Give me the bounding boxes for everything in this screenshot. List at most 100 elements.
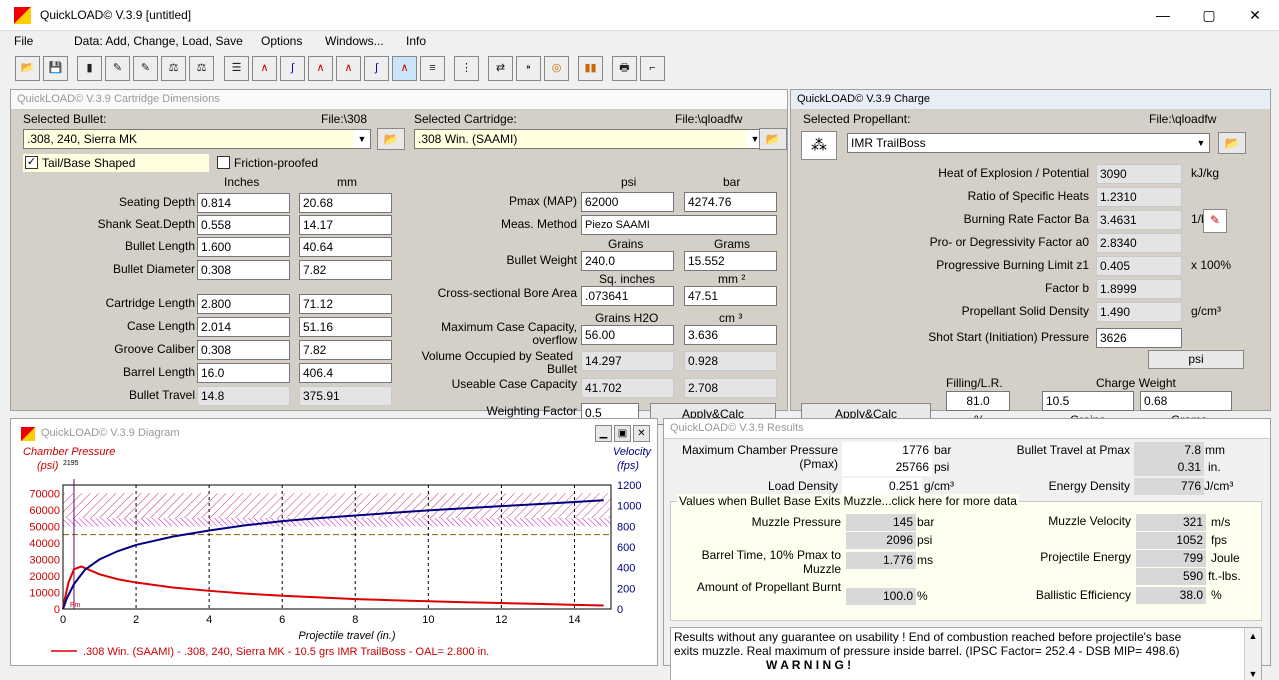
friction-proofed-checkbox[interactable] — [217, 156, 230, 169]
max-case-capacity-grains-input[interactable]: 56.00 — [581, 325, 674, 345]
dim-row-mm-input[interactable]: 71.12 — [299, 294, 392, 314]
compare-icon[interactable]: ⇄ — [488, 56, 513, 81]
diagram-close-button[interactable]: ✕ — [633, 425, 650, 442]
list-plus-icon[interactable]: ≡ — [420, 56, 445, 81]
menu-data[interactable]: Data: Add, Change, Load, Save — [74, 34, 243, 48]
weighting-factor-label: Weighting Factor — [486, 404, 578, 418]
diagram-minimize-button[interactable]: ▁ — [595, 425, 612, 442]
cartridge-select[interactable]: .308 Win. (SAAMI) ▼ — [414, 129, 764, 149]
menu-file[interactable]: File — [14, 34, 33, 48]
max-chamber-pressure-label-2: (Pmax) — [799, 457, 838, 471]
mcp-psi-unit: psi — [934, 460, 950, 474]
bullet-weight-grains-input[interactable]: 240.0 — [581, 251, 674, 271]
cartridges-icon[interactable]: ▮▮ — [578, 56, 603, 81]
velocity-curve-icon[interactable]: ∫ — [280, 56, 305, 81]
max-case-capacity-cm3-input[interactable]: 3.636 — [684, 325, 777, 345]
combined-curve-icon[interactable]: ∧ — [308, 56, 333, 81]
weight-alt-icon[interactable]: ⚖ — [189, 56, 214, 81]
projectile-energy-ftlbs-unit: ft.-lbs. — [1208, 569, 1241, 583]
bullet-select[interactable]: .308, 240, Sierra MK ▼ — [23, 129, 371, 149]
edit-propellant-icon[interactable]: ✎ — [1203, 209, 1227, 233]
shot-start-psi-button[interactable]: psi — [1148, 350, 1244, 369]
dim-row-label: Bullet Travel — [128, 388, 195, 402]
bullet-edit-icon[interactable]: ✎ — [105, 56, 130, 81]
ammo-icon[interactable]: ⁍ — [516, 56, 541, 81]
bore-area-mm2-input[interactable]: 47.51 — [684, 286, 777, 306]
dim-row-inches-input[interactable]: 2.014 — [197, 317, 290, 337]
y-tick-label: 10000 — [29, 587, 60, 599]
filling-input[interactable]: 81.0 — [946, 391, 1010, 411]
muzzle-values-header[interactable]: Values when Bullet Base Exits Muzzle...c… — [677, 494, 1019, 508]
dim-row-inches-input[interactable]: 1.600 — [197, 237, 290, 257]
bore-area-sqin-input[interactable]: .073641 — [581, 286, 674, 306]
x-tick-label: 8 — [352, 614, 358, 626]
menu-options[interactable]: Options — [261, 34, 302, 48]
meas-method-input[interactable]: Piezo SAAMI — [581, 215, 777, 235]
pmax-psi-input[interactable]: 62000 — [581, 192, 674, 212]
energy-curve-icon[interactable]: ∫ — [364, 56, 389, 81]
dim-row-mm-input[interactable]: 406.4 — [299, 363, 392, 383]
tail-base-checkbox[interactable]: ✓ — [25, 156, 38, 169]
dim-row-label: Groove Caliber — [114, 342, 195, 356]
bullet-travel-in-value: 0.31 — [1134, 459, 1204, 476]
dim-row-inches-input[interactable]: 0.308 — [197, 260, 290, 280]
meas-method-label: Meas. Method — [500, 217, 577, 231]
charge-weight-grams-input[interactable]: 0.68 — [1140, 391, 1232, 411]
dim-row-mm-input[interactable]: 51.16 — [299, 317, 392, 337]
powder-edit-icon[interactable]: ✎ — [133, 56, 158, 81]
primer-icon[interactable]: ◎ — [544, 56, 569, 81]
pmax-bar-input[interactable]: 4274.76 — [684, 192, 777, 212]
bullet-weight-grams-input[interactable]: 15.552 — [684, 251, 777, 271]
close-button[interactable]: ✕ — [1232, 0, 1278, 31]
charge-row-value[interactable]: 3626 — [1096, 328, 1182, 348]
dim-row-inches-input[interactable]: 16.0 — [197, 363, 290, 383]
cartridge-open-folder-icon[interactable]: 📂 — [759, 128, 787, 150]
dim-row-mm-input[interactable]: 7.82 — [299, 340, 392, 360]
dim-row-mm-input[interactable]: 7.82 — [299, 260, 392, 280]
diagram-icon[interactable]: ∧ — [392, 56, 417, 81]
menu-info[interactable]: Info — [406, 34, 426, 48]
table-icon[interactable]: ☰ — [224, 56, 249, 81]
number-list-icon[interactable]: ⋮ — [454, 56, 479, 81]
max-case-capacity-label-2: overflow — [532, 333, 577, 347]
dim-row-inches-input[interactable]: 0.558 — [197, 215, 290, 235]
save-icon[interactable]: 💾 — [43, 56, 68, 81]
weight-icon[interactable]: ⚖ — [161, 56, 186, 81]
chevron-down-icon: ▼ — [1193, 134, 1209, 152]
pressure-curve-icon[interactable]: ∧ — [252, 56, 277, 81]
cartridge-data-icon[interactable]: ▮ — [77, 56, 102, 81]
y2-tick-label: 600 — [617, 542, 635, 554]
dim-row-label: Bullet Length — [124, 239, 195, 253]
window-title: QuickLOAD© V.3.9 [untitled] — [40, 8, 192, 22]
printer-icon[interactable]: 🖶 — [612, 56, 637, 81]
propellant-burnt-label: Amount of Propellant Burnt — [696, 580, 841, 594]
load-density-value: 0.251 — [842, 478, 922, 495]
charge-weight-grains-input[interactable]: 10.5 — [1042, 391, 1134, 411]
charge-row-unit: g/cm³ — [1191, 304, 1221, 318]
propellant-select[interactable]: IMR TrailBoss ▼ — [847, 133, 1210, 153]
minimize-button[interactable]: — — [1140, 0, 1186, 31]
muzzle-values-group[interactable]: Values when Bullet Base Exits Muzzle...c… — [670, 494, 1262, 621]
pistol-icon[interactable]: ⌐ — [640, 56, 665, 81]
y-axis-label: Chamber Pressure — [23, 446, 115, 458]
dim-row-mm-input[interactable]: 14.17 — [299, 215, 392, 235]
scroll-down-icon[interactable]: ▼ — [1245, 666, 1261, 680]
bullet-open-folder-icon[interactable]: 📂 — [377, 128, 405, 150]
dim-row-inches-input[interactable]: 0.814 — [197, 193, 290, 213]
menu-windows[interactable]: Windows... — [325, 34, 384, 48]
propellant-open-folder-icon[interactable]: 📂 — [1218, 132, 1246, 154]
open-folder-icon[interactable]: 📂 — [15, 56, 40, 81]
dim-row-mm-input[interactable]: 40.64 — [299, 237, 392, 257]
tail-base-row[interactable]: ✓ Tail/Base Shaped — [23, 154, 209, 172]
dim-row-inches-input[interactable]: 0.308 — [197, 340, 290, 360]
maximize-button[interactable]: ▢ — [1186, 0, 1232, 31]
diagram-maximize-button[interactable]: ▣ — [614, 425, 631, 442]
y-tick-label: 70000 — [29, 488, 60, 500]
results-message-box[interactable]: Results without any guarantee on usabili… — [670, 627, 1262, 680]
message-scrollbar[interactable]: ▲ ▼ — [1244, 628, 1261, 680]
dim-row-inches-input[interactable]: 2.800 — [197, 294, 290, 314]
dim-row-mm-input[interactable]: 20.68 — [299, 193, 392, 213]
scroll-up-icon[interactable]: ▲ — [1245, 628, 1261, 644]
burn-curve-icon[interactable]: ∧ — [336, 56, 361, 81]
propellant-grains-icon[interactable]: ⁂ — [801, 131, 837, 160]
